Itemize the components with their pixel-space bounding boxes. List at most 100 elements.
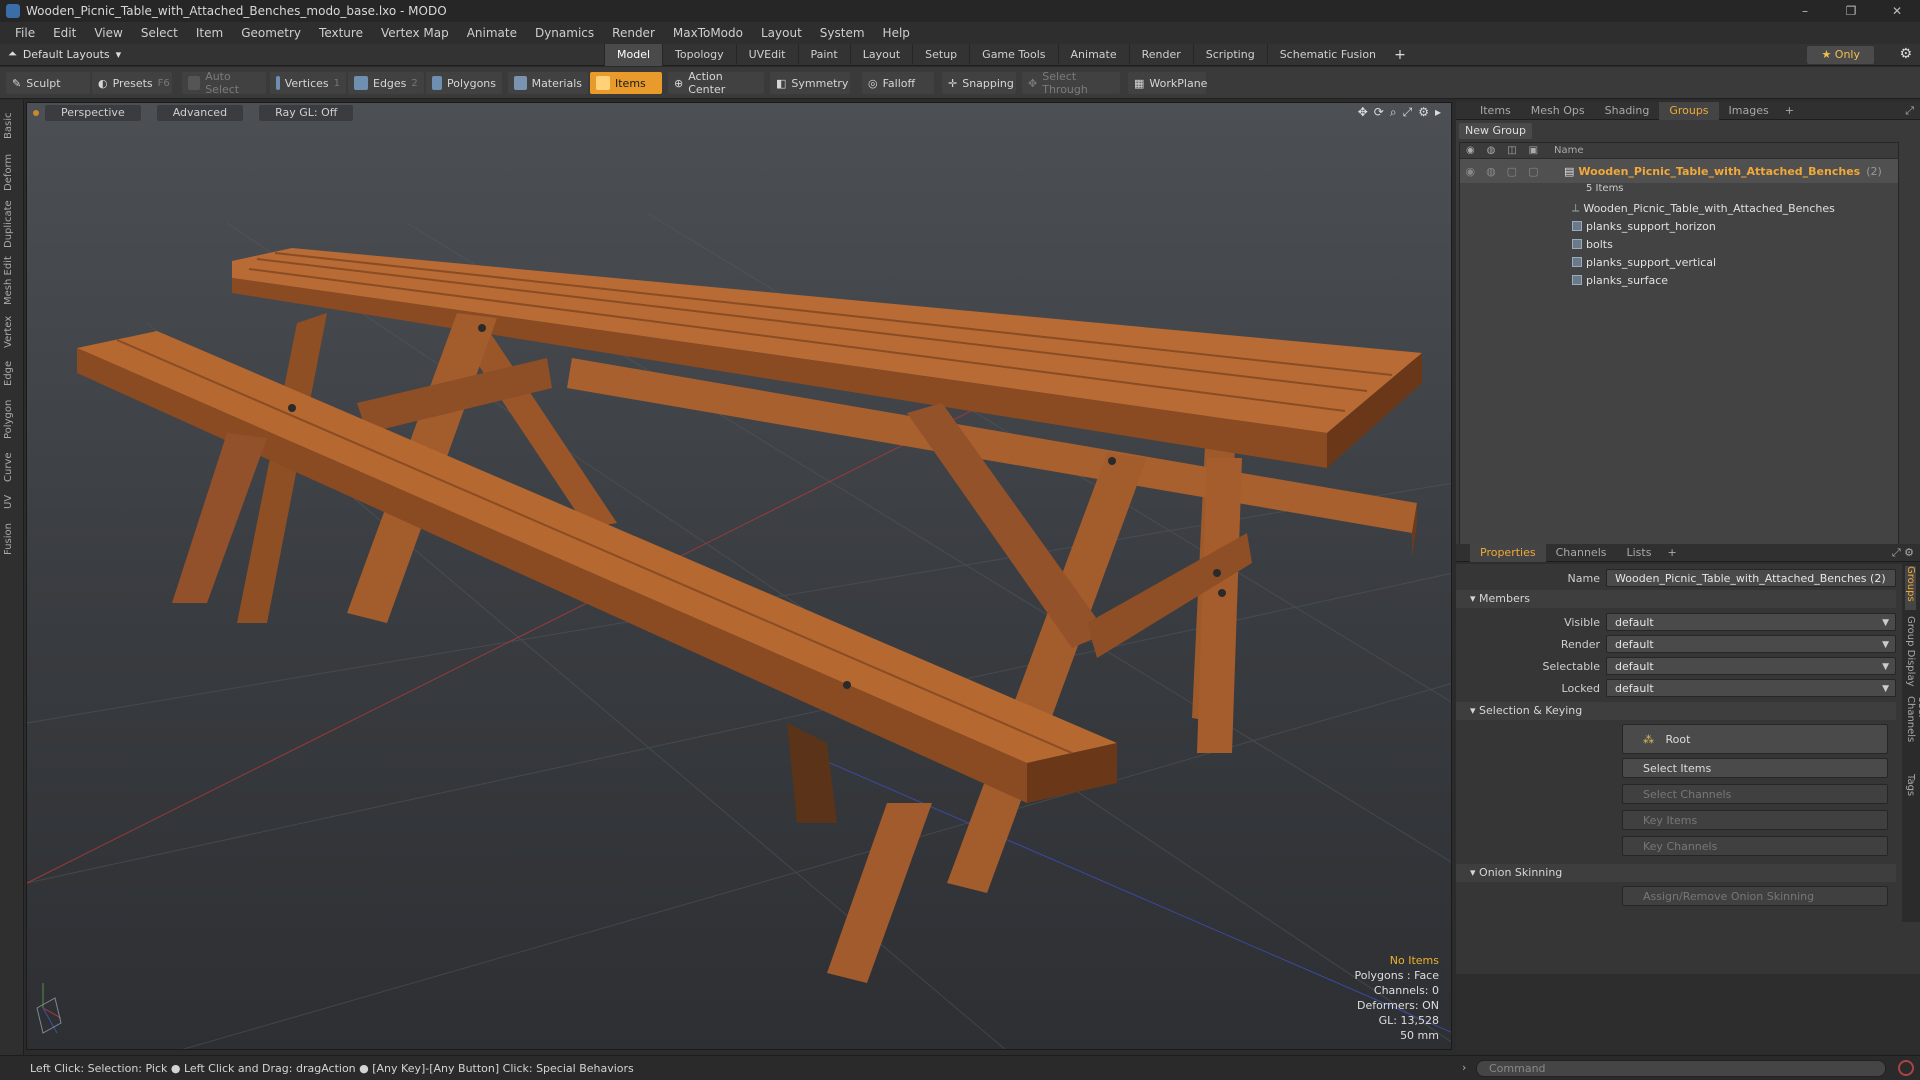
group-member-row[interactable]: bolts	[1460, 235, 1898, 253]
rotate-icon[interactable]: ⟳	[1374, 105, 1384, 120]
fit-icon[interactable]: ⤢	[1403, 105, 1413, 120]
root-button[interactable]: ⁂ Root	[1622, 724, 1888, 754]
items-button[interactable]: Items	[590, 72, 662, 94]
select-icon[interactable]: ◫	[1507, 145, 1516, 156]
tab-properties[interactable]: Properties	[1470, 543, 1546, 562]
left-tab-fusion[interactable]: Fusion	[3, 518, 21, 560]
group-member-row[interactable]: ⟂ Wooden_Picnic_Table_with_Attached_Benc…	[1460, 199, 1898, 217]
tab-items[interactable]: Items	[1470, 102, 1521, 120]
left-tab-basic[interactable]: Basic	[3, 106, 21, 146]
menu-edit[interactable]: Edit	[44, 26, 85, 40]
tab-model[interactable]: Model	[604, 44, 663, 66]
view-mode-button[interactable]: Perspective	[45, 105, 141, 121]
menu-animate[interactable]: Animate	[458, 26, 526, 40]
panel-expand-icon[interactable]: ⤢ ⚙	[1892, 546, 1914, 560]
menu-system[interactable]: System	[811, 26, 874, 40]
members-section[interactable]: ▾ Members	[1456, 590, 1896, 608]
tab-render[interactable]: Render	[1128, 44, 1193, 66]
tab-uvedit[interactable]: UVEdit	[735, 44, 798, 66]
visible-dropdown[interactable]: default ▼	[1606, 613, 1896, 631]
minimize-button[interactable]: –	[1782, 0, 1828, 22]
lock-icon[interactable]: ▣	[1529, 145, 1538, 156]
left-tab-polygon[interactable]: Polygon	[3, 394, 21, 444]
falloff-button[interactable]: ◎ Falloff	[862, 72, 934, 94]
menu-vertex-map[interactable]: Vertex Map	[372, 26, 458, 40]
gear-icon[interactable]: ⚙	[1899, 46, 1912, 62]
viewport-menu-dot[interactable]	[33, 110, 39, 116]
menu-select[interactable]: Select	[132, 26, 187, 40]
3d-viewport[interactable]: Perspective Advanced Ray GL: Off ✥ ⟳ ⌕ ⤢…	[26, 102, 1452, 1050]
side-tab-group-display[interactable]: Group Display	[1905, 616, 1916, 690]
key-channels-button[interactable]: Key Channels	[1622, 836, 1888, 856]
menu-geometry[interactable]: Geometry	[232, 26, 310, 40]
tab-layout[interactable]: Layout	[849, 44, 912, 66]
layout-selector[interactable]: ⏶ Default Layouts ▾	[8, 47, 121, 61]
eye-icon[interactable]: ◉	[1466, 145, 1475, 156]
assign-onion-skinning-button[interactable]: Assign/Remove Onion Skinning	[1622, 886, 1888, 906]
raygl-button[interactable]: Ray GL: Off	[259, 105, 354, 121]
close-button[interactable]: ✕	[1874, 0, 1920, 22]
only-button[interactable]: ★ Only	[1807, 46, 1874, 64]
left-tab-uv[interactable]: UV	[3, 490, 21, 514]
locked-dropdown[interactable]: default ▼	[1606, 679, 1896, 697]
left-tab-vertex[interactable]: Vertex	[3, 312, 21, 352]
group-member-row[interactable]: planks_support_vertical	[1460, 253, 1898, 271]
name-column-header[interactable]: Name	[1544, 145, 1584, 156]
menu-file[interactable]: File	[6, 26, 44, 40]
selection-keying-section[interactable]: ▾ Selection & Keying	[1456, 702, 1896, 720]
tab-channels[interactable]: Channels	[1546, 544, 1617, 562]
tab-groups[interactable]: Groups	[1659, 101, 1719, 120]
tab-animate[interactable]: Animate	[1057, 44, 1129, 66]
tab-topology[interactable]: Topology	[662, 44, 736, 66]
tab-setup[interactable]: Setup	[912, 44, 969, 66]
side-tab-tags[interactable]: Tags	[1905, 774, 1916, 804]
selectable-dropdown[interactable]: default ▼	[1606, 657, 1896, 675]
vertices-button[interactable]: Vertices 1	[270, 72, 346, 94]
new-group-button[interactable]: New Group	[1459, 123, 1532, 139]
snapping-button[interactable]: ✛ Snapping	[942, 72, 1016, 94]
pan-icon[interactable]: ✥	[1358, 105, 1368, 120]
name-field[interactable]: Wooden_Picnic_Table_with_Attached_Benche…	[1606, 569, 1896, 587]
tab-schematic-fusion[interactable]: Schematic Fusion	[1266, 44, 1388, 66]
menu-texture[interactable]: Texture	[310, 26, 372, 40]
left-tab-deform[interactable]: Deform	[3, 150, 21, 194]
group-row-parent[interactable]: ◉ ◍ ▢ ▢ ▤ Wooden_Picnic_Table_with_Attached…	[1460, 159, 1898, 183]
tab-paint[interactable]: Paint	[797, 44, 850, 66]
left-tab-duplicate[interactable]: Duplicate	[3, 198, 21, 250]
add-tab-button[interactable]: +	[1388, 44, 1412, 66]
group-member-row[interactable]: planks_surface	[1460, 271, 1898, 289]
action-center-button[interactable]: ⊕ Action Center	[668, 70, 764, 96]
side-tab-user-channels[interactable]: User Channels	[1905, 696, 1920, 768]
render-icon[interactable]: ◍	[1487, 145, 1496, 156]
viewport-gear-icon[interactable]: ⚙	[1418, 105, 1429, 120]
expand-arrow-icon[interactable]: ▸	[1435, 105, 1441, 120]
auto-select-button[interactable]: Auto Select	[182, 70, 266, 96]
tab-lists[interactable]: Lists	[1617, 544, 1662, 562]
select-through-button[interactable]: ✥ Select Through	[1022, 70, 1120, 96]
menu-item[interactable]: Item	[187, 26, 232, 40]
zoom-icon[interactable]: ⌕	[1390, 105, 1397, 120]
left-tab-curve[interactable]: Curve	[3, 448, 21, 486]
sculpt-button[interactable]: ✎ Sculpt	[6, 72, 90, 94]
tab-scripting[interactable]: Scripting	[1192, 44, 1267, 66]
tab-game-tools[interactable]: Game Tools	[969, 44, 1057, 66]
onion-skinning-section[interactable]: ▾ Onion Skinning	[1456, 864, 1896, 882]
parent-visibility[interactable]: ◉ ◍ ▢ ▢	[1460, 165, 1544, 178]
side-tab-groups[interactable]: Groups	[1905, 566, 1916, 610]
group-member-row[interactable]: planks_support_horizon	[1460, 217, 1898, 235]
select-items-button[interactable]: Select Items	[1622, 758, 1888, 778]
menu-maxtomodo[interactable]: MaxToModo	[664, 26, 752, 40]
maximize-button[interactable]: ❐	[1828, 0, 1874, 22]
tab-shading[interactable]: Shading	[1595, 102, 1660, 120]
symmetry-button[interactable]: ◧ Symmetry	[770, 72, 850, 94]
materials-button[interactable]: Materials	[508, 72, 588, 94]
left-tab-mesh-edit[interactable]: Mesh Edit	[3, 254, 21, 308]
presets-button[interactable]: ◐ Presets F6	[92, 72, 172, 94]
add-panel-tab-button[interactable]: +	[1661, 546, 1682, 559]
render-dropdown[interactable]: default ▼	[1606, 635, 1896, 653]
menu-help[interactable]: Help	[874, 26, 919, 40]
edges-button[interactable]: Edges 2	[348, 72, 424, 94]
select-channels-button[interactable]: Select Channels	[1622, 784, 1888, 804]
shading-button[interactable]: Advanced	[156, 105, 244, 121]
menu-view[interactable]: View	[85, 26, 131, 40]
